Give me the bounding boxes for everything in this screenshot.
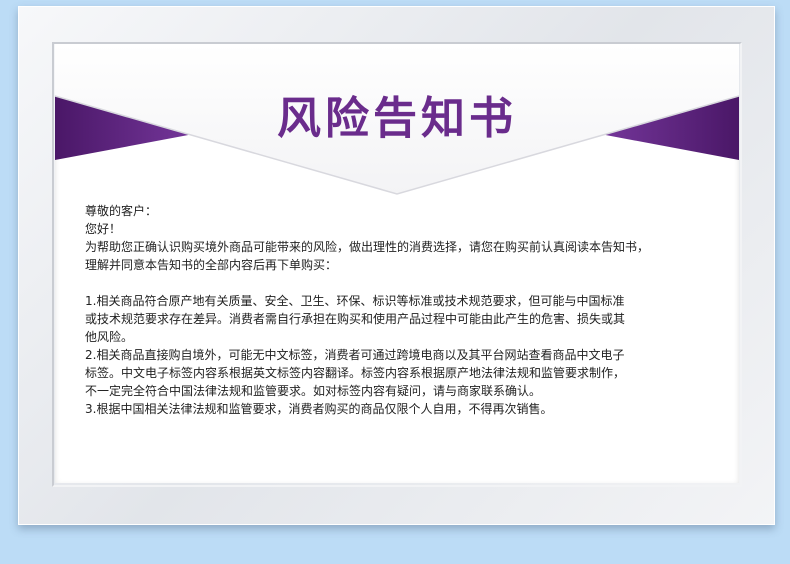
intro-line: 为帮助您正确认识购买境外商品可能带来的风险，做出理性的消费选择，请您在购买前认真…: [85, 240, 650, 254]
hello: 您好！: [85, 222, 122, 236]
item-1-line: 他风险。: [85, 330, 134, 344]
item-1-line: 1.相关商品符合原产地有关质量、安全、卫生、环保、标识等标准或技术规范要求，但可…: [85, 294, 625, 308]
item-2-line: 2.相关商品直接购自境外，可能无中文标签，消费者可通过跨境电商以及其平台网站查看…: [85, 348, 625, 362]
intro-line: 理解并同意本告知书的全部内容后再下单购买：: [85, 258, 338, 272]
item-2-line: 标签。中文电子标签内容系根据英文标签内容翻译。标签内容系根据原产地法律法规和监管…: [85, 366, 626, 380]
item-1-line: 或技术规范要求存在差异。消费者需自行承担在购买和使用产品过程中可能由此产生的危害…: [85, 312, 626, 326]
page-title: 风险告知书: [277, 93, 517, 144]
greeting: 尊敬的客户：: [85, 204, 158, 218]
notice-card: 风险告知书 尊敬的客户： 您好！ 为帮助您正确认识购买境外商品可能带来的风险，做…: [55, 44, 739, 483]
item-2-line: 不一定完全符合中国法律法规和监管要求。如对标签内容有疑问，请与商家联系确认。: [85, 384, 542, 398]
notice-body: 尊敬的客户： 您好！ 为帮助您正确认识购买境外商品可能带来的风险，做出理性的消费…: [85, 202, 725, 418]
item-3-line: 3.根据中国相关法律法规和监管要求，消费者购买的商品仅限个人自用，不得再次销售。: [85, 402, 553, 416]
